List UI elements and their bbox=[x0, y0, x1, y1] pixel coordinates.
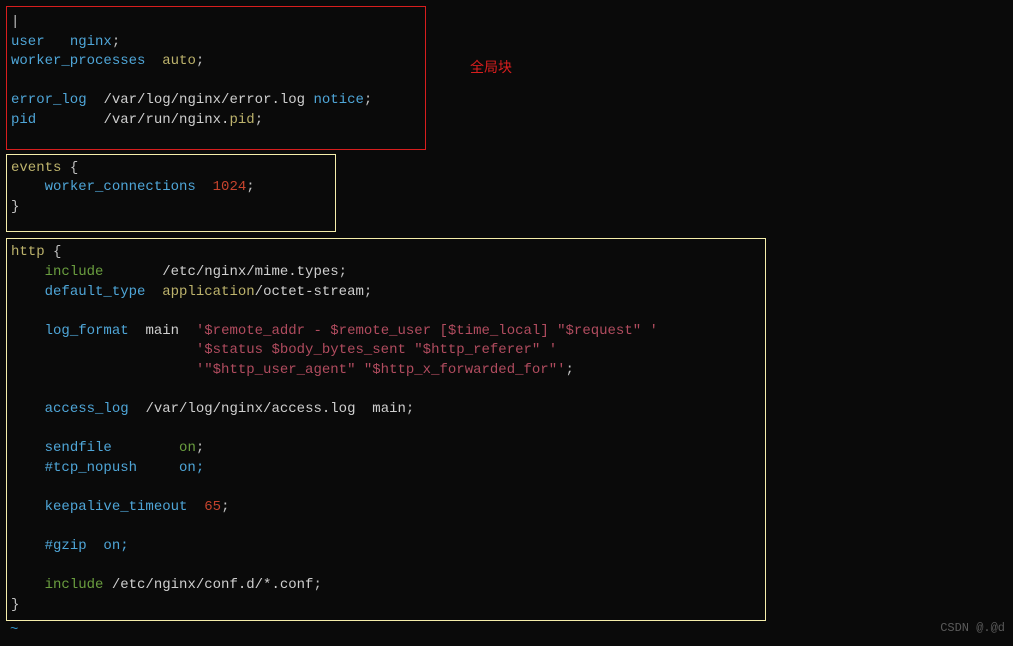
code-line: '"$http_user_agent" "$http_x_forwarded_f… bbox=[11, 361, 761, 381]
value-application: application bbox=[162, 284, 254, 300]
keyword-log-format: log_format bbox=[45, 323, 129, 339]
value-1024: 1024 bbox=[213, 179, 247, 195]
keyword-nginx: nginx bbox=[70, 34, 112, 50]
code-line: include /etc/nginx/conf.d/*.conf; bbox=[11, 576, 761, 596]
keyword-pid-ext: pid bbox=[229, 112, 254, 128]
vim-tilde: ~ bbox=[6, 621, 1007, 641]
keyword-default-type: default_type bbox=[45, 284, 146, 300]
comment-gzip: #gzip on; bbox=[45, 538, 129, 554]
keyword-include-2: include bbox=[45, 577, 104, 593]
code-line: error_log /var/log/nginx/error.log notic… bbox=[11, 91, 419, 111]
code-line: default_type application/octet-stream; bbox=[11, 283, 761, 303]
path-error-log: /var/log/nginx/error.log bbox=[103, 92, 305, 108]
keyword-pid: pid bbox=[11, 112, 36, 128]
path-access-log: /var/log/nginx/access.log bbox=[145, 401, 355, 417]
keyword-events: events bbox=[11, 160, 61, 176]
events-block-box: events { worker_connections 1024; } bbox=[6, 154, 336, 233]
code-line: sendfile on; bbox=[11, 439, 761, 459]
comment-tcp-nopush: #tcp_nopush on; bbox=[45, 460, 205, 476]
keyword-worker-processes: worker_processes bbox=[11, 53, 145, 69]
code-line: #tcp_nopush on; bbox=[11, 459, 761, 479]
path-pid: /var/run/nginx. bbox=[103, 112, 229, 128]
code-line: } bbox=[11, 198, 331, 218]
code-line: events { bbox=[11, 159, 331, 179]
keyword-http: http bbox=[11, 244, 45, 260]
keyword-notice: notice bbox=[313, 92, 363, 108]
keyword-sendfile: sendfile bbox=[45, 440, 112, 456]
keyword-error-log: error_log bbox=[11, 92, 87, 108]
blank-line bbox=[11, 381, 761, 401]
code-line: user nginx; bbox=[11, 33, 419, 53]
value-octet-stream: /octet-stream bbox=[255, 284, 364, 300]
path-conf-d: /etc/nginx/conf.d/*.conf bbox=[112, 577, 314, 593]
value-main-2: main bbox=[372, 401, 406, 417]
watermark: CSDN @.@d bbox=[940, 620, 1005, 637]
code-line: | bbox=[11, 13, 419, 33]
keyword-user: user bbox=[11, 34, 45, 50]
code-line: access_log /var/log/nginx/access.log mai… bbox=[11, 400, 761, 420]
blank-line bbox=[11, 420, 761, 440]
blank-line bbox=[11, 557, 761, 577]
keyword-access-log: access_log bbox=[45, 401, 129, 417]
code-line: keepalive_timeout 65; bbox=[11, 498, 761, 518]
code-line: } bbox=[11, 596, 761, 616]
path-mime-types: /etc/nginx/mime.types bbox=[162, 264, 338, 280]
code-line: worker_connections 1024; bbox=[11, 178, 331, 198]
code-line: #gzip on; bbox=[11, 537, 761, 557]
keyword-worker-connections: worker_connections bbox=[45, 179, 196, 195]
log-format-line-1: '$remote_addr - $remote_user [$time_loca… bbox=[196, 323, 658, 339]
blank-line bbox=[11, 72, 419, 92]
blank-line bbox=[11, 302, 761, 322]
code-line: pid /var/run/nginx.pid; bbox=[11, 111, 419, 131]
code-line: worker_processes auto; bbox=[11, 52, 419, 72]
http-block-box: http { include /etc/nginx/mime.types; de… bbox=[6, 238, 766, 620]
code-editor: | user nginx; worker_processes auto; err… bbox=[0, 0, 1013, 646]
log-format-line-3: '"$http_user_agent" "$http_x_forwarded_f… bbox=[196, 362, 566, 378]
global-block-box: | user nginx; worker_processes auto; err… bbox=[6, 6, 426, 150]
code-line: log_format main '$remote_addr - $remote_… bbox=[11, 322, 761, 342]
code-line: http { bbox=[11, 243, 761, 263]
value-on: on bbox=[179, 440, 196, 456]
code-line: '$status $body_bytes_sent "$http_referer… bbox=[11, 341, 761, 361]
blank-line bbox=[11, 518, 761, 538]
log-format-line-2: '$status $body_bytes_sent "$http_referer… bbox=[196, 342, 557, 358]
keyword-include: include bbox=[45, 264, 104, 280]
value-65: 65 bbox=[204, 499, 221, 515]
blank-line bbox=[11, 478, 761, 498]
value-auto: auto bbox=[162, 53, 196, 69]
annotation-global-block: 全局块 bbox=[470, 60, 512, 80]
code-line: include /etc/nginx/mime.types; bbox=[11, 263, 761, 283]
value-main: main bbox=[145, 323, 179, 339]
keyword-keepalive-timeout: keepalive_timeout bbox=[45, 499, 188, 515]
